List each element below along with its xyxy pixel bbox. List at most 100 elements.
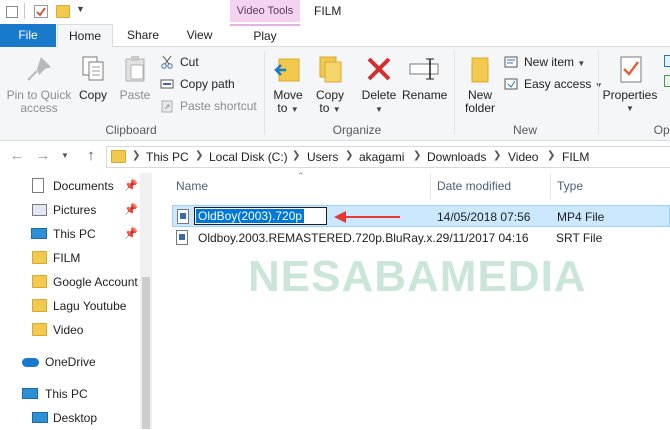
forward-arrow-icon[interactable]: → (34, 147, 52, 165)
nav-item-google-account[interactable]: Google Account (0, 270, 140, 294)
properties-label: Properties (602, 88, 658, 102)
nav-item-lagu-youtube[interactable]: Lagu Youtube (0, 294, 140, 318)
paste-shortcut-label: Paste shortcut (180, 99, 257, 113)
pictures-icon (32, 204, 47, 216)
table-row[interactable]: OldBoy(2003).720p 14/05/2018 07:56 MP4 F… (172, 205, 670, 227)
computer-icon (22, 388, 38, 399)
tab-view[interactable]: View (172, 24, 227, 47)
file-type: SRT File (556, 231, 603, 245)
new-item-label: New item (524, 55, 575, 69)
nav-scrollbar-thumb[interactable] (142, 277, 150, 429)
nav-item-video[interactable]: Video (0, 318, 140, 342)
rename-button[interactable]: Rename (402, 53, 447, 102)
sort-ascending-icon: ⌃ (297, 171, 305, 181)
breadcrumb-akagami[interactable]: akagami (359, 150, 404, 164)
copy-button[interactable]: Copy (76, 53, 110, 102)
easy-access-button[interactable]: Easy access ▼ (504, 75, 603, 93)
rename-input[interactable]: OldBoy(2003).720p (194, 207, 327, 225)
move-to-button[interactable]: Move to ▼ (270, 53, 306, 116)
easy-access-icon (504, 77, 518, 91)
address-bar[interactable]: ❯ This PC ❯ Local Disk (C:) ❯ Users ❯ ak… (106, 146, 670, 168)
ribbon: Pin to Quick access Copy Paste Cut Copy … (0, 47, 670, 141)
ribbon-separator (454, 51, 455, 135)
properties-button[interactable]: Properties ▼ (602, 53, 658, 115)
srt-file-icon (176, 230, 188, 245)
tab-file[interactable]: File (0, 24, 56, 47)
navigation-pane: Documents 📌 Pictures 📌 This PC 📌 FILM Go… (0, 173, 152, 429)
paste-icon (119, 53, 151, 85)
copy-path-button[interactable]: Copy path (160, 75, 235, 93)
nav-item-desktop[interactable]: Desktop (0, 406, 140, 430)
window-title: FILM (314, 4, 342, 18)
column-header-name[interactable]: Name (176, 179, 208, 193)
column-divider (550, 173, 551, 199)
onedrive-icon (22, 358, 39, 367)
video-tools-context-label: Video Tools (230, 0, 300, 22)
copy-to-button[interactable]: Copy to ▼ (312, 53, 348, 116)
move-to-icon (272, 53, 304, 85)
properties-check-icon[interactable] (34, 5, 48, 18)
nav-item-this-pc-quick[interactable]: This PC 📌 (0, 222, 140, 246)
new-folder-icon (464, 53, 496, 85)
tab-play[interactable]: Play (230, 24, 300, 47)
folder-icon (32, 275, 47, 288)
ribbon-tab-bar: File Home Share View Play (0, 24, 670, 48)
nav-item-pictures[interactable]: Pictures 📌 (0, 198, 140, 222)
delete-icon (363, 53, 395, 85)
explorer-icon (6, 6, 18, 18)
nav-item-this-pc[interactable]: This PC (0, 382, 140, 406)
new-folder-quick-icon[interactable] (56, 5, 70, 18)
annotation-arrow (334, 211, 400, 223)
file-date: 14/05/2018 07:56 (437, 210, 531, 224)
paste-button[interactable]: Paste (118, 53, 152, 102)
tab-share[interactable]: Share (118, 24, 168, 47)
copy-icon (77, 53, 109, 85)
clipboard-group-label: Clipboard (105, 123, 157, 137)
back-arrow-icon[interactable]: ← (8, 147, 26, 165)
table-row[interactable]: Oldboy.2003.REMASTERED.720p.BluRay.x... … (172, 227, 670, 249)
file-name: Oldboy.2003.REMASTERED.720p.BluRay.x... (198, 231, 443, 245)
new-group-label: New (512, 123, 537, 137)
nav-item-film[interactable]: FILM (0, 246, 140, 270)
column-divider (430, 173, 431, 199)
file-date: 29/11/2017 04:16 (436, 231, 529, 245)
column-header-type[interactable]: Type (557, 179, 583, 193)
nav-item-documents[interactable]: Documents 📌 (0, 174, 140, 198)
new-folder-label: New folder (464, 88, 496, 115)
pin-to-quick-access-button[interactable]: Pin to Quick access (4, 53, 74, 115)
pin-label: Pin to Quick access (6, 88, 72, 115)
breadcrumb-this-pc[interactable]: This PC (146, 150, 189, 164)
breadcrumb-film[interactable]: FILM (562, 150, 589, 164)
edit-icon-partial (664, 75, 670, 87)
customize-toolbar-icon[interactable]: ▼ (76, 4, 90, 17)
breadcrumb-local-disk[interactable]: Local Disk (C:) (209, 150, 288, 164)
copy-to-label: Copy to ▼ (315, 88, 344, 115)
breadcrumb-video[interactable]: Video (508, 150, 538, 164)
tab-home[interactable]: Home (57, 24, 113, 48)
cut-button[interactable]: Cut (160, 53, 199, 71)
recent-locations-icon[interactable]: ▼ (56, 147, 74, 165)
mp4-file-icon (177, 209, 189, 224)
delete-label: Delete ▼ (361, 88, 397, 115)
scissors-icon (160, 55, 174, 69)
up-arrow-icon[interactable]: ↑ (82, 147, 100, 165)
column-header-date-modified[interactable]: Date modified (437, 179, 511, 193)
paste-shortcut-icon (160, 99, 174, 113)
ribbon-separator (598, 51, 599, 135)
paste-label: Paste (119, 88, 151, 102)
documents-icon (32, 178, 44, 193)
paste-shortcut-button[interactable]: Paste shortcut (160, 97, 257, 115)
breadcrumb-downloads[interactable]: Downloads (427, 150, 486, 164)
new-item-button[interactable]: New item ▼ (504, 53, 585, 71)
title-bar: ▼ Video Tools FILM (0, 0, 670, 24)
open-group-label: Ope (653, 123, 670, 137)
breadcrumb-users[interactable]: Users (307, 150, 338, 164)
copy-label: Copy (78, 88, 107, 102)
nav-item-onedrive[interactable]: OneDrive (0, 350, 140, 374)
delete-button[interactable]: Delete ▼ (360, 53, 398, 116)
pinned-icon: 📌 (124, 204, 138, 216)
easy-access-label: Easy access (524, 77, 592, 91)
file-type: MP4 File (557, 210, 605, 224)
desktop-icon (32, 412, 48, 423)
new-folder-button[interactable]: New folder (460, 53, 500, 115)
